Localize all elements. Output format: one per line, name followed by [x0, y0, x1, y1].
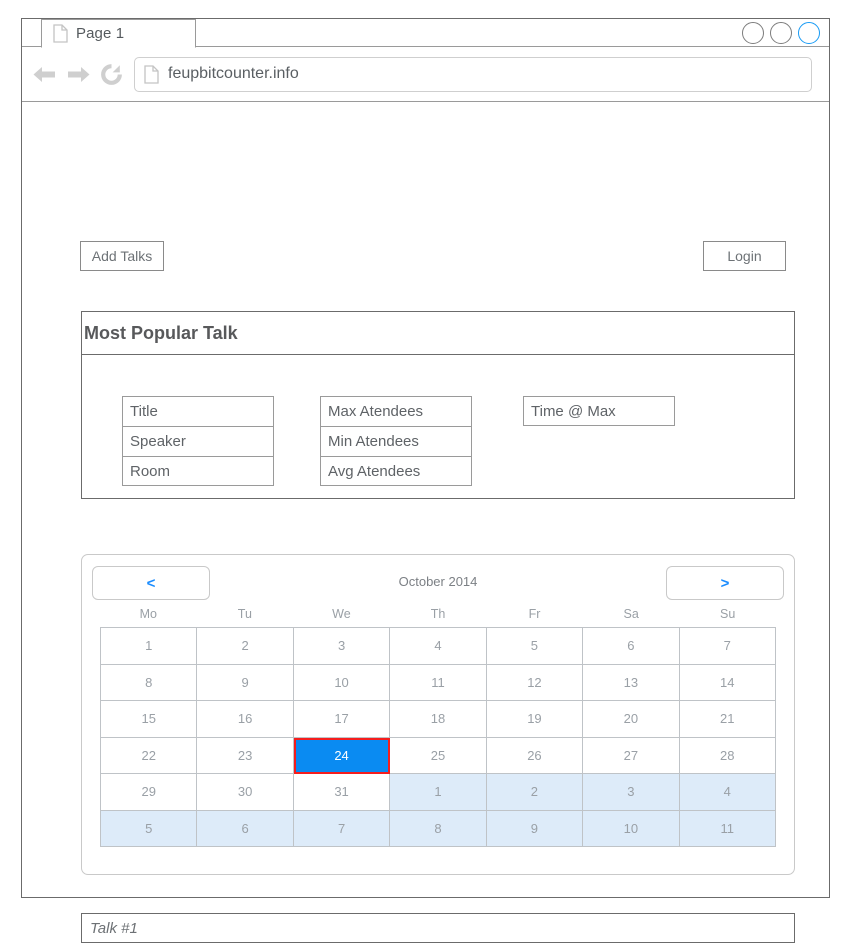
calendar-day[interactable]: 15 [101, 701, 198, 738]
calendar-day[interactable]: 26 [486, 737, 584, 774]
url-bar[interactable]: feupbitcounter.info [134, 56, 812, 92]
calendar-day[interactable]: 28 [679, 737, 776, 774]
field-title[interactable]: Title [122, 396, 274, 426]
calendar-day[interactable]: 6 [197, 810, 294, 847]
weekday-sa: Sa [623, 607, 639, 621]
weekday-th: Th [430, 607, 446, 621]
tab-page-1[interactable]: Page 1 [41, 19, 196, 48]
calendar-day[interactable]: 20 [583, 701, 680, 738]
calendar-day[interactable]: 6 [583, 628, 680, 665]
calendar-day-selected[interactable]: 24 [293, 737, 391, 774]
talk-details-group: Title Speaker Room [122, 396, 274, 486]
window-controls [742, 22, 820, 44]
calendar-grid: 1 2 3 4 5 6 7 8 9 10 11 12 13 14 15 16 17 18 19 20 21 22 23 24 2… [100, 627, 776, 847]
calendar-header: < October 2014 > [82, 555, 794, 607]
window-button-close[interactable] [798, 22, 820, 44]
panel-header: Most Popular Talk [82, 312, 794, 355]
calendar-day[interactable]: 4 [679, 774, 776, 811]
page-viewport: Add Talks Login Most Popular Talk Title … [22, 102, 829, 943]
calendar-day[interactable]: 5 [101, 810, 198, 847]
field-speaker[interactable]: Speaker [122, 426, 274, 456]
calendar-day[interactable]: 1 [390, 774, 487, 811]
calendar-day[interactable]: 30 [197, 774, 294, 811]
login-button[interactable]: Login [703, 241, 786, 271]
attendee-stats-group: Max Atendees Min Atendees Avg Atendees [320, 396, 472, 486]
calendar-day[interactable]: 29 [101, 774, 198, 811]
weekday-mo: Mo [139, 607, 157, 621]
calendar-weekday-header: Mo Tu We Th Fr Sa Su [82, 607, 794, 621]
address-bar: feupbitcounter.info [22, 47, 829, 102]
calendar-day[interactable]: 11 [679, 810, 776, 847]
page-title: Most Popular Talk [84, 322, 238, 343]
calendar-day[interactable]: 10 [293, 664, 391, 701]
calendar-day[interactable]: 4 [390, 628, 487, 665]
calendar-day[interactable]: 9 [197, 664, 294, 701]
calendar-day[interactable]: 7 [293, 810, 391, 847]
panel-body: Title Speaker Room Max Atendees Min Aten… [82, 355, 794, 499]
time-at-max-group: Time @ Max [523, 396, 675, 426]
calendar-day[interactable]: 13 [583, 664, 680, 701]
calendar-day[interactable]: 27 [583, 737, 680, 774]
calendar-day[interactable]: 2 [197, 628, 294, 665]
calendar-day[interactable]: 16 [197, 701, 294, 738]
field-max-atendees[interactable]: Max Atendees [320, 396, 472, 426]
calendar-day[interactable]: 3 [583, 774, 680, 811]
back-arrow-icon[interactable] [32, 64, 57, 85]
calendar-next-button[interactable]: > [666, 566, 784, 600]
calendar-day[interactable]: 12 [486, 664, 584, 701]
calendar-day[interactable]: 19 [486, 701, 584, 738]
calendar-panel: < October 2014 > Mo Tu We Th Fr Sa Su 12… [81, 554, 795, 875]
browser-window: Page 1 feupbitcounter.info Add Talks Log… [21, 18, 830, 943]
calendar-day[interactable]: 25 [390, 737, 487, 774]
page-icon [144, 64, 159, 84]
calendar-day[interactable]: 10 [583, 810, 680, 847]
navigation-icons [32, 63, 123, 86]
calendar-day[interactable]: 8 [101, 664, 198, 701]
most-popular-talk-panel: Most Popular Talk Title Speaker Room Max… [81, 311, 795, 499]
calendar-day[interactable]: 17 [293, 701, 391, 738]
reload-icon[interactable] [100, 63, 123, 86]
calendar-day[interactable]: 7 [679, 628, 776, 665]
calendar-day[interactable]: 5 [486, 628, 584, 665]
forward-arrow-icon[interactable] [66, 64, 91, 85]
calendar-day[interactable]: 2 [486, 774, 584, 811]
calendar-day[interactable]: 22 [101, 737, 198, 774]
field-time-at-max[interactable]: Time @ Max [523, 396, 675, 426]
window-button-maximize[interactable] [770, 22, 792, 44]
weekday-su: Su [720, 607, 736, 621]
tab-label: Page 1 [76, 25, 125, 42]
calendar-day[interactable]: 1 [101, 628, 198, 665]
page-icon [53, 24, 68, 43]
calendar-day[interactable]: 18 [390, 701, 487, 738]
calendar-day[interactable]: 8 [390, 810, 487, 847]
calendar-day[interactable]: 14 [679, 664, 776, 701]
weekday-fr: Fr [528, 607, 541, 621]
calendar-day[interactable]: 3 [293, 628, 391, 665]
url-text: feupbitcounter.info [168, 65, 299, 82]
calendar-day[interactable]: 23 [197, 737, 294, 774]
calendar-day[interactable]: 9 [486, 810, 584, 847]
talk-name-input[interactable]: Talk #1 [81, 913, 795, 943]
calendar-day[interactable]: 21 [679, 701, 776, 738]
add-talks-button[interactable]: Add Talks [80, 241, 164, 271]
calendar-prev-button[interactable]: < [92, 566, 210, 600]
calendar-day[interactable]: 11 [390, 664, 487, 701]
field-min-atendees[interactable]: Min Atendees [320, 426, 472, 456]
weekday-tu: Tu [237, 607, 252, 621]
field-room[interactable]: Room [122, 456, 274, 486]
weekday-we: We [332, 607, 351, 621]
tab-strip: Page 1 [22, 19, 829, 48]
field-avg-atendees[interactable]: Avg Atendees [320, 456, 472, 486]
window-button-minimize[interactable] [742, 22, 764, 44]
calendar-day[interactable]: 31 [293, 774, 391, 811]
